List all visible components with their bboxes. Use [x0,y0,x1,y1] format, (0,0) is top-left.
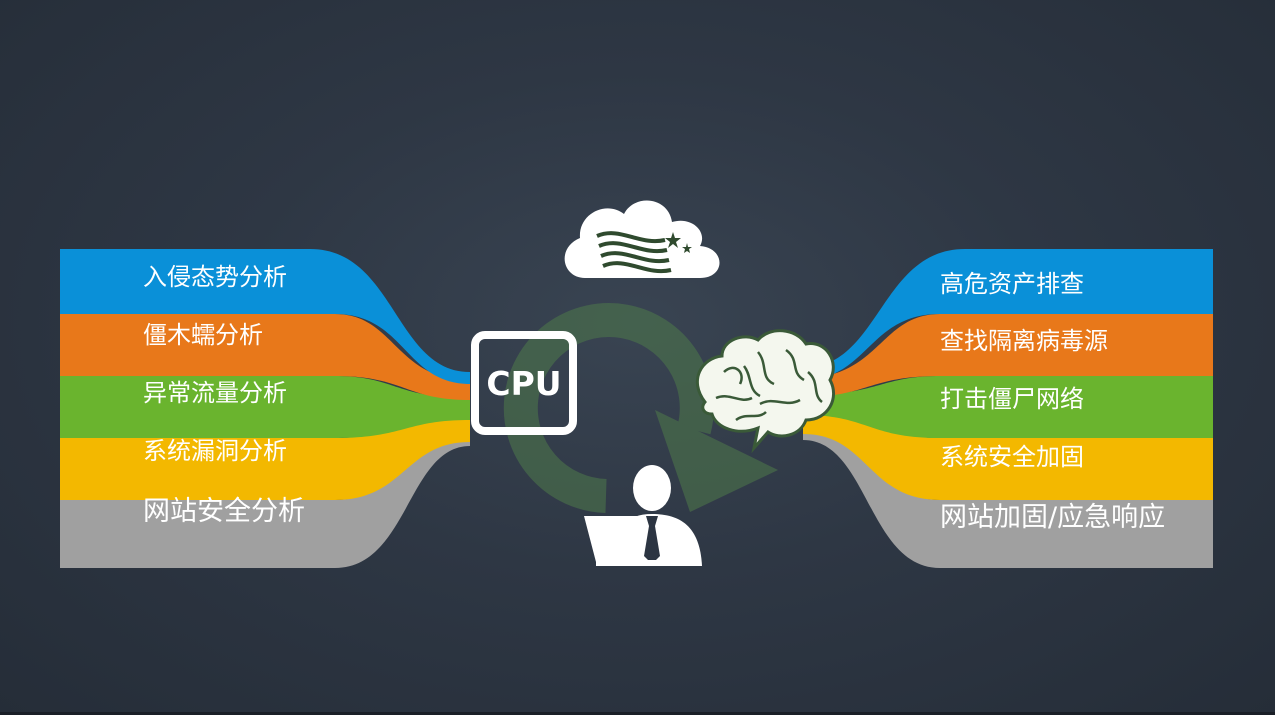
cloud-icon [564,200,720,278]
diagram-graphics [60,200,1213,568]
left-item-label-1: 入侵态势分析 [143,263,287,291]
right-item-label-4: 系统安全加固 [940,443,1084,471]
right-item-label-1: 高危资产排查 [940,270,1084,298]
right-item-label-3: 打击僵尸网络 [940,385,1084,413]
cpu-chip-icon: CPU [471,331,577,435]
left-item-label-4: 系统漏洞分析 [143,437,287,465]
right-item-label-2: 查找隔离病毒源 [940,327,1108,355]
left-item-label-3: 异常流量分析 [143,379,287,407]
cpu-label: CPU [486,363,562,403]
diagram-canvas: CPU 入侵态势分析 僵木蠕分析 异常流量分析 系统漏洞分析 网站安全分析 高危… [0,0,1275,715]
right-item-label-5: 网站加固/应急响应 [940,502,1166,533]
left-item-label-2: 僵木蠕分析 [143,321,263,349]
left-item-label-5: 网站安全分析 [143,496,305,527]
